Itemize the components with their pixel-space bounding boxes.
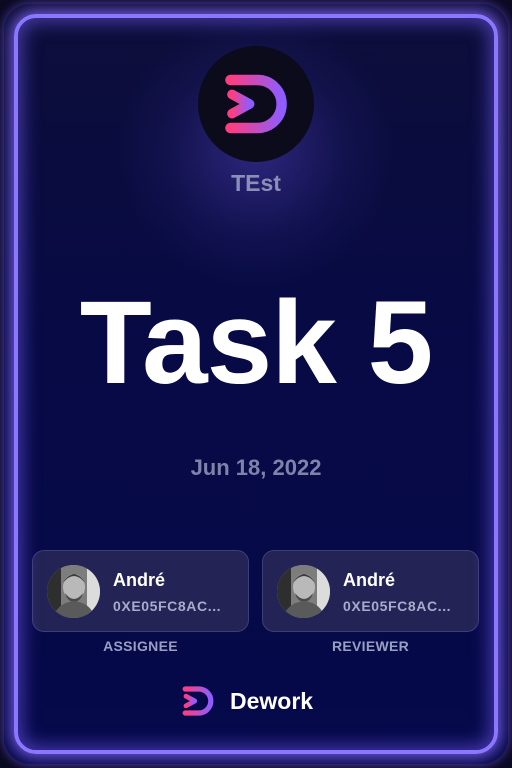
assignee-card[interactable]: André 0XE05FC8AC... <box>32 550 249 632</box>
reviewer-address: 0XE05FC8AC... <box>343 598 452 614</box>
assignee-avatar <box>47 565 100 618</box>
task-date: Jun 18, 2022 <box>190 455 322 480</box>
task-title: Task 5 <box>79 277 434 409</box>
reviewer-role-label: REVIEWER <box>331 638 410 654</box>
organization-logo <box>198 46 314 162</box>
dework-logo-icon <box>182 686 214 716</box>
reviewer-card[interactable]: André 0XE05FC8AC... <box>262 550 479 632</box>
assignee-role-label: ASSIGNEE <box>103 638 178 654</box>
avatar-photo-icon <box>47 565 100 618</box>
reviewer-avatar <box>277 565 330 618</box>
reviewer-name: André <box>343 570 396 590</box>
avatar-photo-icon <box>277 565 330 618</box>
brand-name: Dework <box>230 687 314 714</box>
brand-footer: Dework <box>178 680 338 722</box>
dework-logo-icon <box>225 74 287 134</box>
organization-name: TEst <box>231 170 281 196</box>
assignee-address: 0XE05FC8AC... <box>113 598 222 614</box>
assignee-name: André <box>113 570 166 590</box>
